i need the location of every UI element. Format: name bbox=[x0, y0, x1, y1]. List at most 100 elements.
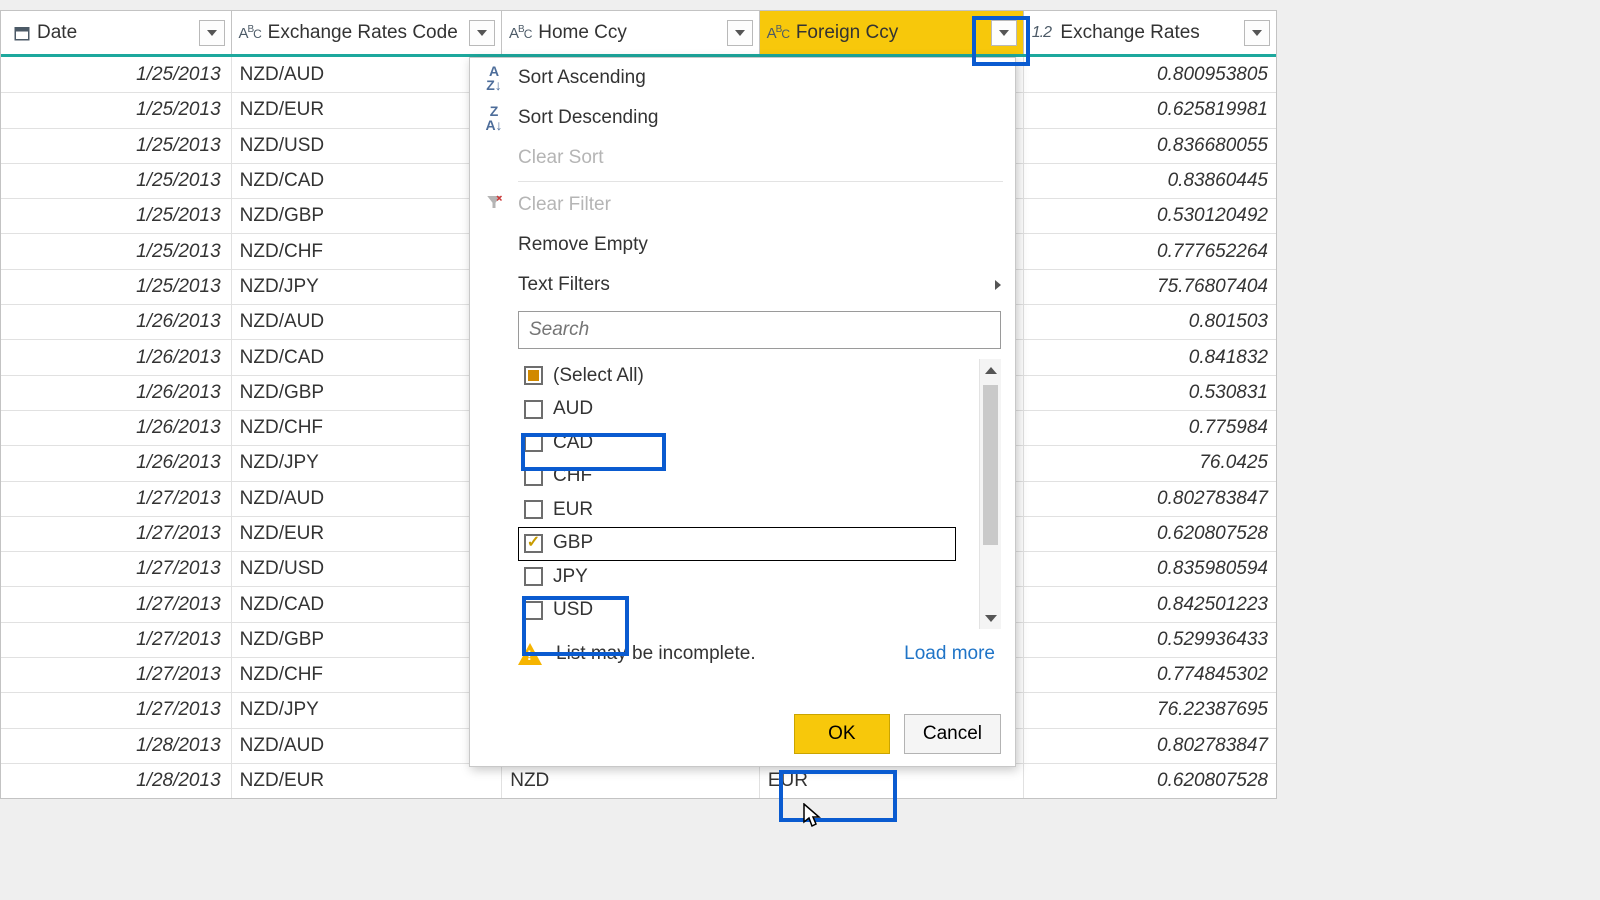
table-cell: 1/26/2013 bbox=[1, 340, 232, 374]
filter-option-row[interactable]: GBP bbox=[518, 527, 968, 561]
load-more-link[interactable]: Load more bbox=[904, 643, 995, 665]
column-filter-button[interactable] bbox=[199, 20, 225, 46]
checkbox-icon bbox=[524, 500, 543, 519]
clear-sort[interactable]: Clear Sort bbox=[470, 138, 1015, 178]
table-cell: NZD/EUR bbox=[232, 517, 503, 551]
select-all-row[interactable]: (Select All) bbox=[518, 359, 968, 393]
table-cell: 1/25/2013 bbox=[1, 270, 232, 304]
table-cell: 0.530120492 bbox=[1024, 199, 1276, 233]
menu-label: Text Filters bbox=[518, 274, 610, 296]
filter-option-label: EUR bbox=[553, 499, 593, 521]
sort-ascending[interactable]: AZ↓ Sort Ascending bbox=[470, 58, 1015, 98]
column-label: Home Ccy bbox=[532, 22, 727, 44]
menu-label: Clear Sort bbox=[518, 147, 604, 169]
chevron-down-icon bbox=[735, 30, 745, 36]
chevron-down-icon bbox=[477, 30, 487, 36]
button-label: Cancel bbox=[923, 723, 982, 745]
column-filter-button[interactable] bbox=[1244, 20, 1270, 46]
table-cell: 0.775984 bbox=[1024, 411, 1276, 445]
scroll-up-button[interactable] bbox=[980, 359, 1001, 381]
incomplete-warning-row: List may be incomplete. Load more bbox=[518, 643, 1001, 665]
filter-search-input[interactable] bbox=[518, 311, 1001, 349]
column-filter-button[interactable] bbox=[469, 20, 495, 46]
chevron-down-icon bbox=[999, 30, 1009, 36]
column-header-rate[interactable]: 1.2 Exchange Rates bbox=[1024, 11, 1276, 54]
table-row[interactable]: 1/28/2013NZD/EURNZDEUR0.620807528 bbox=[1, 763, 1276, 798]
filter-option-row[interactable]: CAD bbox=[518, 426, 968, 460]
table-cell: EUR bbox=[760, 764, 1025, 798]
table-cell: NZD/JPY bbox=[232, 446, 503, 480]
filter-value-list: (Select All) AUDCADCHF EUR GBP JPY USD bbox=[518, 359, 1001, 629]
table-cell: NZD/EUR bbox=[232, 764, 503, 798]
table-cell: NZD/AUD bbox=[232, 482, 503, 516]
chevron-down-icon bbox=[207, 30, 217, 36]
checkbox-icon bbox=[524, 601, 543, 620]
table-cell: 1/27/2013 bbox=[1, 623, 232, 657]
menu-label: Sort Ascending bbox=[518, 67, 646, 89]
calendar-icon bbox=[1, 24, 31, 42]
table-cell: NZD/EUR bbox=[232, 93, 503, 127]
table-cell: 0.83860445 bbox=[1024, 164, 1276, 198]
menu-label: Remove Empty bbox=[518, 234, 648, 256]
table-cell: NZD/GBP bbox=[232, 376, 503, 410]
table-cell: 1/28/2013 bbox=[1, 764, 232, 798]
warning-icon bbox=[518, 643, 542, 665]
table-cell: 0.620807528 bbox=[1024, 517, 1276, 551]
checkbox-checked-icon bbox=[524, 534, 543, 553]
table-cell: 1/25/2013 bbox=[1, 234, 232, 268]
table-cell: 1/25/2013 bbox=[1, 93, 232, 127]
column-label: Exchange Rates bbox=[1054, 22, 1244, 44]
table-cell: NZD/CHF bbox=[232, 411, 503, 445]
clear-filter[interactable]: Clear Filter bbox=[470, 185, 1015, 225]
sort-descending[interactable]: ZA↓ Sort Descending bbox=[470, 98, 1015, 138]
remove-empty[interactable]: Remove Empty bbox=[470, 225, 1015, 265]
table-cell: 1/26/2013 bbox=[1, 376, 232, 410]
table-cell: NZD/CAD bbox=[232, 164, 503, 198]
column-header-date[interactable]: Date bbox=[1, 11, 232, 54]
table-cell: NZD/AUD bbox=[232, 57, 503, 92]
table-cell: 0.841832 bbox=[1024, 340, 1276, 374]
checkbox-indeterminate-icon bbox=[524, 366, 543, 385]
filter-option-row[interactable]: CHF bbox=[518, 460, 968, 494]
table-cell: 1/27/2013 bbox=[1, 517, 232, 551]
filter-option-label: USD bbox=[553, 599, 593, 621]
column-header-foreign-ccy[interactable]: ABC Foreign Ccy bbox=[760, 11, 1025, 54]
table-cell: 0.530831 bbox=[1024, 376, 1276, 410]
text-type-icon: ABC bbox=[760, 24, 790, 42]
table-cell: NZD/AUD bbox=[232, 305, 503, 339]
cancel-button[interactable]: Cancel bbox=[904, 714, 1001, 754]
table-cell: NZD bbox=[502, 764, 760, 798]
table-cell: NZD/USD bbox=[232, 129, 503, 163]
scroll-thumb[interactable] bbox=[983, 385, 998, 545]
column-label: Exchange Rates Code bbox=[262, 22, 470, 44]
menu-separator bbox=[518, 181, 1003, 182]
clear-filter-icon bbox=[482, 193, 506, 217]
scroll-down-button[interactable] bbox=[980, 607, 1001, 629]
column-header-code[interactable]: ABC Exchange Rates Code bbox=[232, 11, 503, 54]
chevron-down-icon bbox=[1252, 30, 1262, 36]
chevron-down-icon bbox=[985, 615, 997, 622]
column-header-home-ccy[interactable]: ABC Home Ccy bbox=[502, 11, 760, 54]
menu-label: Clear Filter bbox=[518, 194, 611, 216]
scrollbar[interactable] bbox=[979, 359, 1001, 629]
column-filter-button[interactable] bbox=[727, 20, 753, 46]
table-cell: 0.774845302 bbox=[1024, 658, 1276, 692]
column-label: Foreign Ccy bbox=[790, 22, 992, 44]
sort-asc-icon: AZ↓ bbox=[482, 64, 506, 92]
text-filters[interactable]: Text Filters bbox=[470, 265, 1015, 305]
filter-option-label: JPY bbox=[553, 566, 588, 588]
filter-option-row[interactable]: EUR bbox=[518, 493, 968, 527]
table-cell: 1/27/2013 bbox=[1, 587, 232, 621]
table-cell: NZD/JPY bbox=[232, 270, 503, 304]
cursor-icon bbox=[803, 803, 821, 829]
ok-button[interactable]: OK bbox=[794, 714, 890, 754]
sort-desc-icon: ZA↓ bbox=[482, 104, 506, 132]
filter-dropdown-panel: AZ↓ Sort Ascending ZA↓ Sort Descending C… bbox=[469, 57, 1016, 767]
table-cell: 0.801503 bbox=[1024, 305, 1276, 339]
filter-option-row[interactable]: USD bbox=[518, 594, 968, 628]
table-cell: NZD/GBP bbox=[232, 623, 503, 657]
column-filter-button[interactable] bbox=[991, 20, 1017, 46]
checkbox-icon bbox=[524, 400, 543, 419]
filter-option-row[interactable]: JPY bbox=[518, 560, 968, 594]
filter-option-row[interactable]: AUD bbox=[518, 393, 968, 427]
